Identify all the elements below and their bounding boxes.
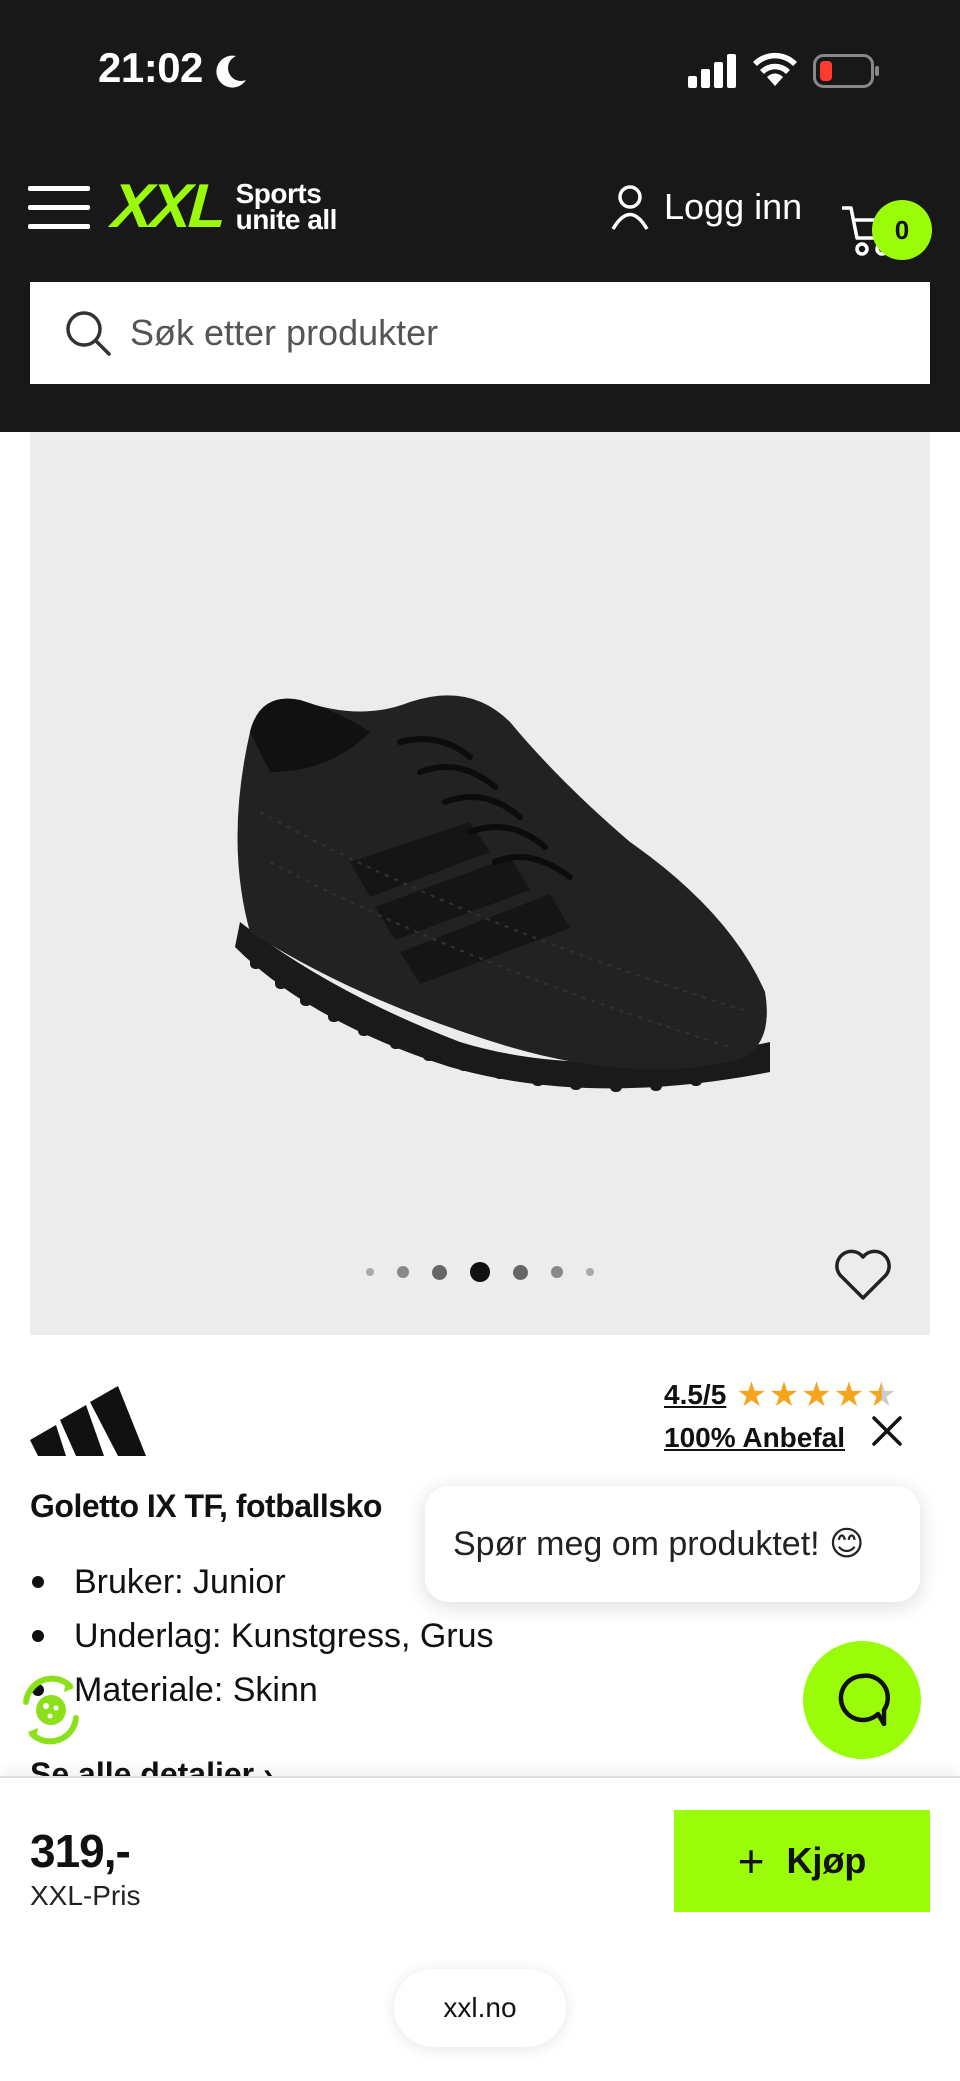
chat-prompt-bubble[interactable]: Spør meg om produktet! 😊 bbox=[425, 1486, 920, 1602]
logo-wordmark: XXL bbox=[109, 172, 227, 241]
purchase-bar: 319,- XXL-Pris + Kjøp bbox=[0, 1776, 960, 1941]
plus-icon: + bbox=[737, 1835, 765, 1887]
buy-button[interactable]: + Kjøp bbox=[674, 1810, 930, 1912]
status-time: 21:02 bbox=[98, 44, 203, 91]
moon-icon bbox=[216, 55, 246, 88]
site-header: XXL Sports unite all Logg inn 0 Søk ette… bbox=[0, 140, 960, 432]
url-bar[interactable]: xxl.no bbox=[394, 1969, 566, 2047]
product-price: 319,- bbox=[30, 1825, 131, 1877]
spec-item: Underlag: Kunstgress, Grus bbox=[30, 1609, 494, 1663]
chat-button[interactable] bbox=[803, 1641, 921, 1759]
price-label: XXL-Pris bbox=[30, 1880, 141, 1911]
logo-tagline: Sports unite all bbox=[235, 178, 338, 235]
rating-value: 4.5/5 bbox=[664, 1379, 727, 1410]
login-button[interactable]: Logg inn bbox=[610, 184, 802, 230]
see-all-details-link[interactable]: Se alle detaljer › bbox=[30, 1754, 274, 1776]
search-icon bbox=[66, 311, 111, 356]
browser-bottom-bar: xxl.no bbox=[0, 1941, 960, 2081]
spec-item: Materiale: Skinn bbox=[30, 1663, 494, 1717]
chat-prompt-text: Spør meg om produktet! 😊 bbox=[453, 1525, 865, 1563]
gallery-dot[interactable] bbox=[513, 1264, 528, 1280]
battery-icon bbox=[813, 54, 879, 88]
cart-button[interactable]: 0 bbox=[840, 180, 932, 260]
gallery-dot-active[interactable] bbox=[470, 1262, 490, 1282]
cookie-settings-icon[interactable] bbox=[16, 1672, 86, 1748]
star-icon: ★ bbox=[833, 1376, 865, 1414]
half-star-icon: ★ bbox=[866, 1376, 897, 1414]
gallery-dot[interactable] bbox=[586, 1268, 594, 1276]
favorite-heart-icon[interactable] bbox=[834, 1248, 892, 1302]
gallery-dot[interactable] bbox=[397, 1266, 409, 1278]
recommend-percentage[interactable]: 100% Anbefal bbox=[664, 1422, 845, 1454]
spec-item: Bruker: Junior bbox=[30, 1555, 494, 1609]
chat-icon bbox=[838, 1673, 890, 1727]
buy-button-label: Kjøp bbox=[786, 1840, 867, 1881]
search-input[interactable]: Søk etter produkter bbox=[30, 282, 930, 384]
star-icon: ★ bbox=[801, 1376, 832, 1414]
menu-button[interactable] bbox=[28, 186, 90, 232]
search-placeholder: Søk etter produkter bbox=[130, 312, 439, 353]
login-label: Logg inn bbox=[664, 186, 803, 227]
gallery-dot[interactable] bbox=[366, 1268, 374, 1276]
product-specs-list: Bruker: Junior Underlag: Kunstgress, Gru… bbox=[30, 1555, 494, 1717]
status-bar: 21:02 bbox=[0, 0, 960, 140]
product-rating[interactable]: 4.5/5 ★ ★ ★ ★ ★ bbox=[664, 1378, 899, 1412]
rating-stars: ★ ★ ★ ★ ★ bbox=[736, 1378, 898, 1412]
product-image bbox=[235, 695, 770, 1092]
cellular-signal-icon bbox=[688, 54, 736, 88]
url-text: xxl.no bbox=[443, 1992, 517, 2023]
star-icon: ★ bbox=[736, 1376, 767, 1414]
cart-count-badge: 0 bbox=[872, 200, 932, 260]
gallery-dot[interactable] bbox=[551, 1266, 563, 1278]
user-icon bbox=[611, 185, 649, 230]
gallery-pagination bbox=[366, 1262, 617, 1282]
gallery-dot[interactable] bbox=[432, 1264, 447, 1280]
wifi-icon bbox=[753, 52, 797, 86]
hamburger-icon bbox=[28, 186, 90, 191]
xxl-logo[interactable]: XXL Sports unite all bbox=[109, 172, 338, 241]
close-icon[interactable] bbox=[870, 1414, 904, 1448]
star-icon: ★ bbox=[768, 1376, 800, 1414]
adidas-logo[interactable] bbox=[30, 1380, 148, 1456]
product-title: Goletto IX TF, fotballsko bbox=[30, 1488, 382, 1524]
product-image-gallery[interactable] bbox=[30, 432, 930, 1335]
